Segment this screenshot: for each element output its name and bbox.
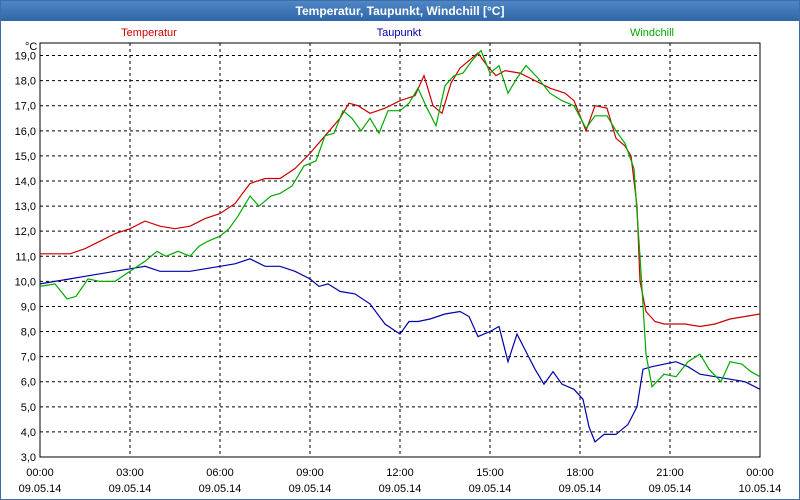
x-tick-time-label: 06:00 (206, 467, 234, 479)
x-tick-date-label: 09.05.14 (199, 483, 242, 495)
x-tick-time-label: 09:00 (296, 467, 324, 479)
y-tick-label: 4,0 (21, 427, 36, 439)
window-title: Temperatur, Taupunkt, Windchill [°C] (1, 1, 799, 21)
y-tick-label: 13,0 (15, 201, 36, 213)
x-tick-date-label: 09.05.14 (19, 483, 62, 495)
x-tick-time-label: 21:00 (656, 467, 684, 479)
x-tick-date-label: 09.05.14 (109, 483, 152, 495)
line-chart: 3,0 4,0 5,0 6,0 7,0 8,0 9,0 10,0 11,0 12,0 13,0 14,… (15, 27, 782, 495)
y-tick-label: 16,0 (15, 126, 36, 138)
y-tick-label: 9,0 (21, 301, 36, 313)
y-axis-unit-label: °C (25, 41, 37, 53)
x-tick-date-label: 09.05.14 (649, 483, 692, 495)
x-tick-date-label: 09.05.14 (559, 483, 602, 495)
x-tick-time-label: 15:00 (476, 467, 504, 479)
y-tick-label: 10,0 (15, 276, 36, 288)
y-tick-label: 8,0 (21, 327, 36, 339)
y-tick-label: 6,0 (21, 377, 36, 389)
legend-entry-taupunkt: Taupunkt (377, 27, 422, 39)
y-tick-label: 3,0 (21, 452, 36, 464)
y-tick-label: 12,0 (15, 226, 36, 238)
x-tick-date-label: 09.05.14 (379, 483, 422, 495)
y-tick-label: 18,0 (15, 76, 36, 88)
y-tick-label: 15,0 (15, 151, 36, 163)
y-tick-label: 14,0 (15, 176, 36, 188)
y-tick-label: 5,0 (21, 402, 36, 414)
y-tick-label: 11,0 (15, 251, 36, 263)
x-tick-time-label: 00:00 (26, 467, 54, 479)
chart-window: Temperatur, Taupunkt, Windchill [°C] 3,0… (0, 0, 800, 500)
x-tick-date-label: 09.05.14 (289, 483, 332, 495)
y-tick-label: 17,0 (15, 101, 36, 113)
x-tick-date-label: 10.05.14 (739, 483, 782, 495)
x-tick-date-label: 09.05.14 (469, 483, 512, 495)
x-tick-time-label: 12:00 (386, 467, 414, 479)
x-tick-time-label: 18:00 (566, 467, 594, 479)
x-tick-time-label: 00:00 (746, 467, 774, 479)
y-tick-label: 7,0 (21, 352, 36, 364)
legend-entry-temperatur: Temperatur (121, 27, 177, 39)
x-tick-time-label: 03:00 (116, 467, 144, 479)
legend-entry-windchill: Windchill (630, 27, 674, 39)
